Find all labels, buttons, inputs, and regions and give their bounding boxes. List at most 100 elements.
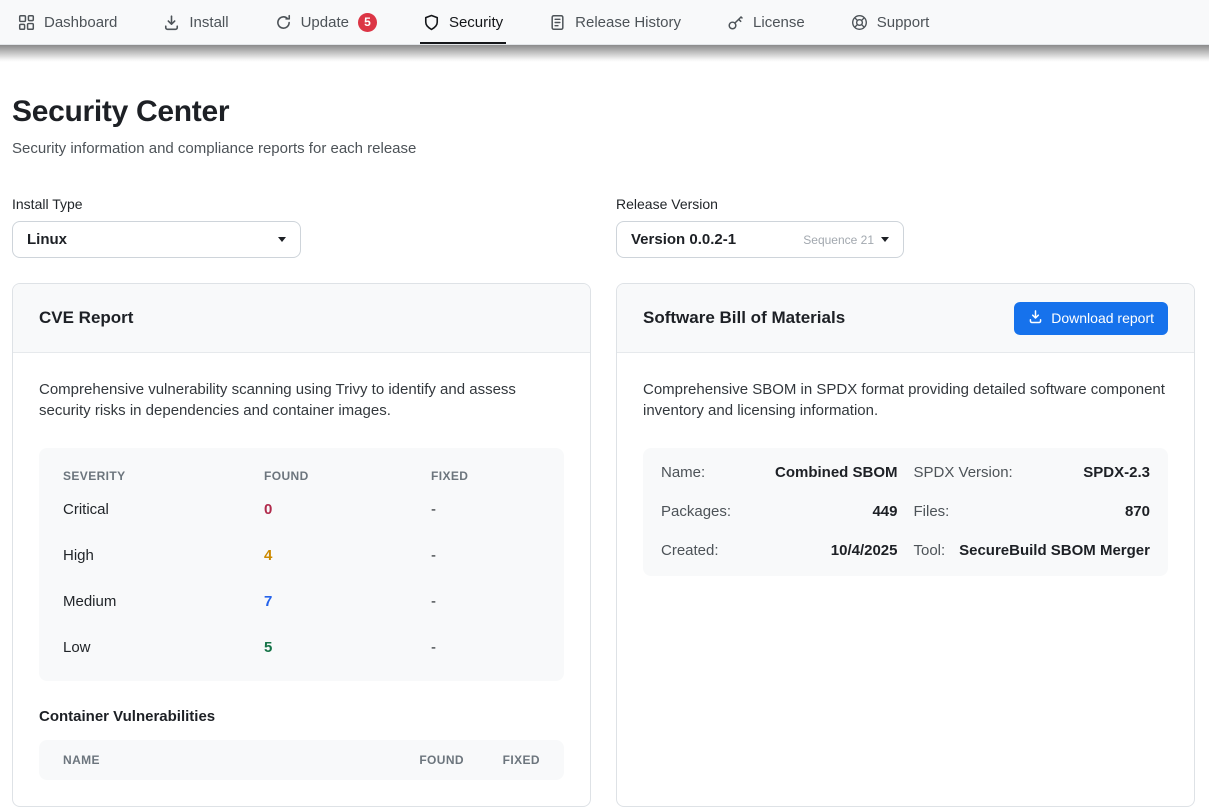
nav-item-license[interactable]: License [727, 0, 805, 44]
nav-label: Update [301, 14, 349, 31]
refresh-icon [275, 14, 292, 31]
fixed-col-header: FIXED [431, 469, 540, 483]
nav-item-support[interactable]: Support [851, 0, 930, 44]
detail-value: 449 [872, 503, 897, 520]
nav-item-security[interactable]: Security [423, 0, 503, 44]
grid-icon [18, 14, 35, 31]
detail-label: Created: [661, 542, 719, 559]
download-report-label: Download report [1051, 310, 1154, 326]
detail-value: SecureBuild SBOM Merger [959, 542, 1150, 559]
detail-label: Name: [661, 464, 705, 481]
nav-label: Security [449, 14, 503, 31]
cards-row: CVE Report Comprehensive vulnerability s… [12, 283, 1195, 807]
sbom-detail: Tool: SecureBuild SBOM Merger [914, 531, 1151, 570]
sbom-detail: Name: Combined SBOM [661, 453, 898, 492]
found-col-header: FOUND [264, 469, 431, 483]
sbom-details-grid: Name: Combined SBOM SPDX Version: SPDX-2… [643, 448, 1168, 576]
cve-card-body: Comprehensive vulnerability scanning usi… [13, 353, 590, 806]
severity-found-count: 5 [264, 639, 431, 656]
severity-name: Low [63, 639, 264, 656]
shield-icon [423, 14, 440, 31]
release-version-select[interactable]: Version 0.0.2-1 Sequence 21 [616, 221, 904, 258]
severity-fixed-count: - [431, 593, 540, 610]
table-row: Critical 0 - [39, 487, 564, 533]
table-row: Created: 10/4/2025 Tool: SecureBuild SBO… [661, 531, 1150, 570]
sbom-card-title: Software Bill of Materials [643, 308, 845, 328]
table-row: Name: Combined SBOM SPDX Version: SPDX-2… [661, 453, 1150, 492]
nav-item-dashboard[interactable]: Dashboard [18, 0, 117, 44]
main-content: Security Center Security information and… [0, 62, 1209, 807]
chevron-down-icon [278, 237, 286, 242]
detail-label: Packages: [661, 503, 731, 520]
severity-fixed-count: - [431, 547, 540, 564]
nav-label: License [753, 14, 805, 31]
nav-label: Dashboard [44, 14, 117, 31]
detail-label: SPDX Version: [914, 464, 1013, 481]
page-subtitle: Security information and compliance repo… [12, 140, 1195, 157]
sbom-detail: Files: 870 [914, 492, 1151, 531]
sbom-description: Comprehensive SBOM in SPDX format provid… [643, 379, 1168, 422]
release-version-sequence-group: Sequence 21 [803, 233, 889, 247]
release-version-label: Release Version [616, 196, 1195, 212]
detail-value: Combined SBOM [775, 464, 898, 481]
chevron-down-icon [881, 237, 889, 242]
table-row: Packages: 449 Files: 870 [661, 492, 1150, 531]
detail-value: 10/4/2025 [831, 542, 898, 559]
name-col-header: NAME [63, 753, 374, 767]
detail-label: Tool: [914, 542, 946, 559]
sbom-card-body: Comprehensive SBOM in SPDX format provid… [617, 353, 1194, 602]
cve-card-title: CVE Report [39, 308, 133, 328]
cve-description: Comprehensive vulnerability scanning usi… [39, 379, 564, 422]
nav-item-install[interactable]: Install [163, 0, 228, 44]
severity-found-count: 7 [264, 593, 431, 610]
download-icon [1028, 309, 1043, 327]
severity-found-count: 4 [264, 547, 431, 564]
sbom-card: Software Bill of Materials Download repo… [616, 283, 1195, 807]
key-icon [727, 14, 744, 31]
release-version-value: Version 0.0.2-1 [631, 231, 736, 248]
severity-name: Critical [63, 501, 264, 518]
severity-found-count: 0 [264, 501, 431, 518]
severity-fixed-count: - [431, 639, 540, 656]
install-type-filter: Install Type Linux [12, 196, 591, 258]
sbom-detail: SPDX Version: SPDX-2.3 [914, 453, 1151, 492]
container-vulnerabilities-table-header: NAME FOUND FIXED [39, 740, 564, 780]
table-row: Low 5 - [39, 625, 564, 671]
severity-fixed-count: - [431, 501, 540, 518]
nav-item-release-history[interactable]: Release History [549, 0, 681, 44]
cve-card-header: CVE Report [13, 284, 590, 353]
detail-value: SPDX-2.3 [1083, 464, 1150, 481]
severity-name: Medium [63, 593, 264, 610]
severity-name: High [63, 547, 264, 564]
page-title: Security Center [12, 95, 1195, 129]
top-navigation: Dashboard Install Update 5 Security [0, 0, 1209, 45]
install-type-value: Linux [27, 231, 67, 248]
sequence-label: Sequence 21 [803, 233, 874, 247]
nav-label: Install [189, 14, 228, 31]
sbom-detail: Packages: 449 [661, 492, 898, 531]
detail-value: 870 [1125, 503, 1150, 520]
fixed-col-header: FIXED [488, 753, 540, 767]
release-version-filter: Release Version Version 0.0.2-1 Sequence… [616, 196, 1195, 258]
install-type-select[interactable]: Linux [12, 221, 301, 258]
document-icon [549, 14, 566, 31]
table-row: Medium 7 - [39, 579, 564, 625]
sbom-card-header: Software Bill of Materials Download repo… [617, 284, 1194, 353]
lifebuoy-icon [851, 14, 868, 31]
filters-row: Install Type Linux Release Version Versi… [12, 196, 1195, 258]
container-vulnerabilities-title: Container Vulnerabilities [39, 708, 564, 725]
nav-label: Release History [575, 14, 681, 31]
install-type-label: Install Type [12, 196, 591, 212]
nav-label: Support [877, 14, 930, 31]
download-icon [163, 14, 180, 31]
detail-label: Files: [914, 503, 950, 520]
severity-table-header: SEVERITY FOUND FIXED [39, 452, 564, 487]
severity-table: SEVERITY FOUND FIXED Critical 0 - High 4… [39, 448, 564, 681]
nav-item-update[interactable]: Update 5 [275, 0, 377, 44]
download-report-button[interactable]: Download report [1014, 302, 1168, 335]
sbom-detail: Created: 10/4/2025 [661, 531, 898, 570]
nav-shadow-band [0, 45, 1209, 62]
severity-col-header: SEVERITY [63, 469, 264, 483]
table-row: High 4 - [39, 533, 564, 579]
cve-report-card: CVE Report Comprehensive vulnerability s… [12, 283, 591, 807]
